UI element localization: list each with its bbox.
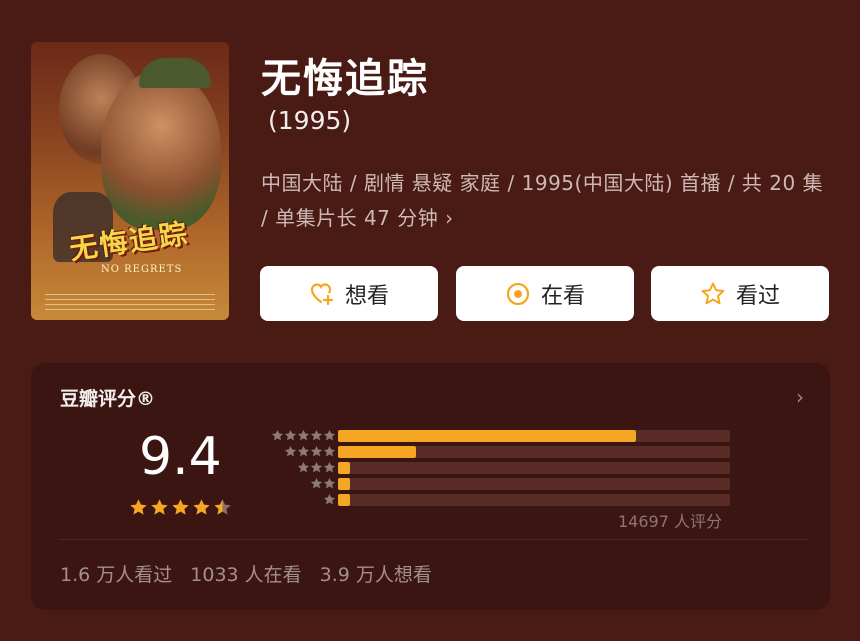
star-icon [323, 461, 336, 473]
want-button[interactable]: 想看 [260, 266, 438, 321]
star-icon [323, 429, 336, 441]
movie-year: (1995) [268, 106, 352, 135]
distribution-track [338, 494, 730, 506]
distribution-track [338, 478, 730, 490]
distribution-bar [338, 430, 636, 442]
distribution-bar [338, 494, 350, 506]
stat-watching: 1033 人在看 [190, 564, 302, 586]
star-icon [284, 429, 297, 441]
star-icon [271, 429, 284, 441]
star-icon [310, 429, 323, 441]
distribution-stars [256, 477, 336, 490]
star-outline-icon [701, 282, 725, 304]
star-icon [284, 445, 297, 457]
star-icon [310, 461, 323, 473]
chevron-right-icon[interactable]: › [796, 385, 804, 409]
star-icon [297, 429, 310, 441]
star-icon [310, 445, 323, 457]
poster-credits [45, 294, 215, 314]
distribution-track [338, 430, 730, 442]
rating-stars [129, 498, 232, 517]
poster-cap [139, 58, 211, 88]
distribution-stars [256, 461, 336, 474]
distribution-stars [256, 429, 336, 442]
rating-card[interactable]: 豆瓣评分® › 9.4 14697 人评分 1.6 万人看过 1033 人在看 … [31, 363, 830, 610]
target-circle-icon [506, 282, 530, 305]
distribution-track [338, 462, 730, 474]
movie-meta[interactable]: 中国大陆 / 剧情 悬疑 家庭 / 1995(中国大陆) 首播 / 共 20 集… [261, 166, 831, 236]
movie-poster[interactable]: 无悔追踪 NO REGRETS [31, 42, 229, 320]
want-label: 想看 [344, 283, 389, 309]
watching-label: 在看 [540, 283, 585, 309]
meta-text: 中国大陆 / 剧情 悬疑 家庭 / 1995(中国大陆) 首播 / 共 20 集… [261, 171, 824, 230]
watched-label: 看过 [735, 283, 780, 309]
distribution-bar [338, 478, 350, 490]
star-icon [310, 477, 323, 489]
stat-want: 3.9 万人想看 [319, 564, 432, 586]
distribution-stars [256, 493, 336, 506]
star-icon [297, 461, 310, 473]
star-icon [130, 499, 147, 515]
divider [60, 539, 808, 540]
star-icon [172, 499, 189, 515]
star-icon [297, 445, 310, 457]
star-icon [323, 445, 336, 457]
star-icon [323, 493, 336, 505]
poster-figure-right [101, 70, 221, 230]
distribution-track [338, 446, 730, 458]
star-icon [323, 477, 336, 489]
watching-button[interactable]: 在看 [456, 266, 634, 321]
star-icon [193, 499, 210, 515]
heart-plus-icon [310, 282, 334, 305]
distribution-stars [256, 445, 336, 458]
rating-count: 14697 人评分 [618, 512, 722, 531]
chevron-right-icon: › [445, 206, 454, 230]
watched-button[interactable]: 看过 [651, 266, 829, 321]
poster-subtitle: NO REGRETS [101, 264, 183, 275]
distribution-bar [338, 462, 350, 474]
distribution-bar [338, 446, 417, 458]
stats-row: 1.6 万人看过 1033 人在看 3.9 万人想看 [60, 560, 432, 587]
movie-title: 无悔追踪 [261, 56, 429, 102]
stat-watched: 1.6 万人看过 [60, 564, 173, 586]
rating-label: 豆瓣评分® [60, 388, 156, 410]
rating-score: 9.4 [139, 427, 222, 487]
star-icon [151, 499, 168, 515]
star-icon [214, 499, 231, 515]
